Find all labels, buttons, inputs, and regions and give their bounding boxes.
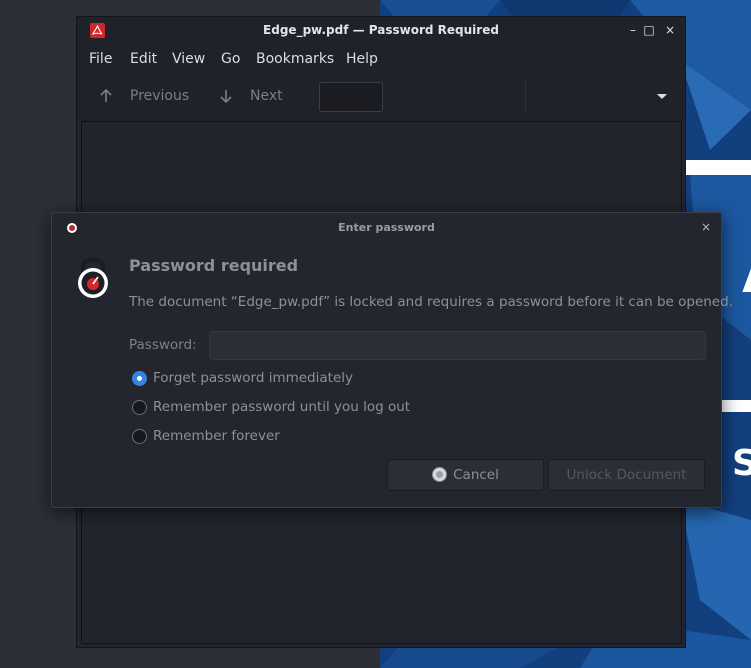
menu-help[interactable]: Help	[346, 51, 378, 67]
minimize-icon[interactable]: –	[626, 23, 640, 37]
cancel-button-label: Cancel	[453, 467, 499, 483]
menu-go[interactable]: Go	[221, 51, 240, 67]
close-icon[interactable]: ×	[663, 23, 677, 37]
next-button[interactable]: Next	[250, 88, 283, 104]
unlock-document-button[interactable]: Unlock Document	[548, 459, 705, 491]
radio-button[interactable]	[132, 429, 147, 444]
cancel-button[interactable]: Cancel	[387, 459, 544, 491]
menu-bar: File Edit View Go Bookmarks Help	[77, 45, 685, 73]
dialog-heading: Password required	[129, 256, 299, 275]
arrow-down-icon	[220, 90, 232, 104]
radio-button[interactable]	[132, 400, 147, 415]
password-input[interactable]	[209, 331, 706, 360]
menu-edit[interactable]: Edit	[130, 51, 157, 67]
arrow-up-icon	[100, 88, 112, 102]
maximize-icon[interactable]: □	[642, 23, 656, 37]
wallpaper-letter-a: A	[742, 225, 751, 309]
unlock-button-label: Unlock Document	[566, 467, 687, 483]
radio-label: Remember forever	[153, 428, 280, 444]
wallpaper-letter-s: S	[732, 443, 751, 484]
lock-icon	[78, 258, 108, 298]
dialog-titlebar[interactable]: Enter password ×	[52, 213, 721, 241]
radio-label: Forget password immediately	[153, 370, 353, 386]
menu-bookmarks[interactable]: Bookmarks	[256, 51, 334, 67]
cancel-icon	[432, 467, 448, 482]
password-dialog: Enter password × Password required The d…	[51, 212, 733, 508]
dialog-title: Enter password	[338, 221, 435, 234]
window-titlebar[interactable]: Edge_pw.pdf — Password Required – □ ×	[77, 17, 685, 45]
menu-view[interactable]: View	[172, 51, 205, 67]
radio-label: Remember password until you log out	[153, 399, 411, 415]
page-number-entry[interactable]	[319, 82, 383, 112]
radio-button[interactable]	[132, 371, 147, 386]
menu-file[interactable]: File	[89, 51, 112, 67]
dialog-close-icon[interactable]: ×	[701, 220, 711, 234]
toolbar-separator	[525, 79, 526, 115]
previous-button[interactable]: Previous	[130, 88, 189, 104]
chevron-down-icon[interactable]	[657, 94, 667, 99]
password-label: Password:	[129, 337, 197, 353]
dialog-message: The document “Edge_pw.pdf” is locked and…	[129, 294, 733, 310]
window-title: Edge_pw.pdf — Password Required	[263, 23, 499, 37]
